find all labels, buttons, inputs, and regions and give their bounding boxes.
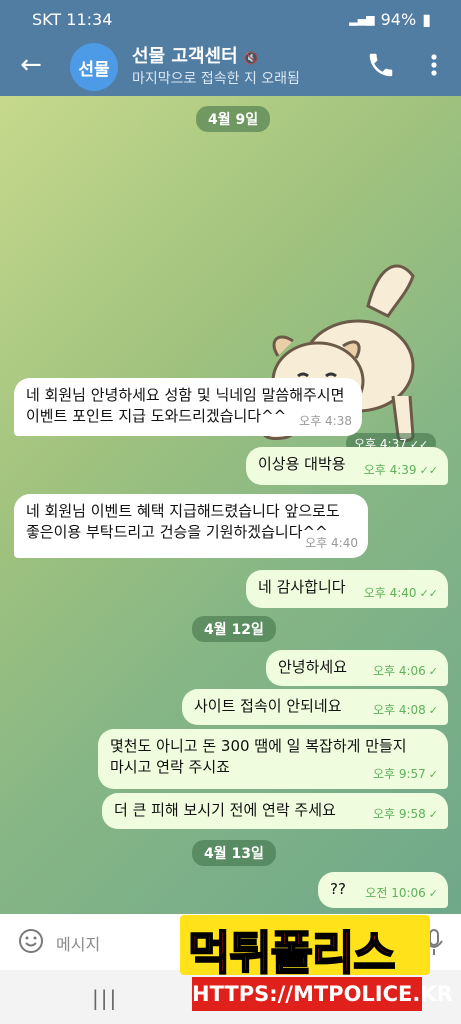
- message-bubble-out[interactable]: 사이트 접속이 안되네요 오후 4:08 ✓: [182, 689, 448, 725]
- date-chip: 4월 12일: [192, 616, 276, 642]
- status-right: ▂▄▆ 94% ▮: [349, 10, 431, 29]
- message-meta: 오전 10:06 ✓: [365, 883, 438, 904]
- message-text: 더 큰 피해 보시기 전에 연락 주세요: [114, 801, 336, 819]
- message-bubble-out[interactable]: 안녕하세요 오후 4:06 ✓: [266, 650, 448, 686]
- message-bubble-out[interactable]: 더 큰 피해 보시기 전에 연락 주세요 오후 9:58 ✓: [102, 793, 448, 829]
- message-meta: 오후 4:08 ✓: [373, 700, 438, 721]
- message-line: 네 회원님 이벤트 혜택 지급해드렸습니다 앞으로도: [26, 502, 340, 520]
- message-bubble-out[interactable]: ?? 오전 10:06 ✓: [318, 872, 448, 908]
- message-meta: 오후 9:58 ✓: [373, 804, 438, 825]
- message-time: 오후 4:08: [372, 703, 426, 717]
- app-bar: ← 선물 선물 고객센터 🔇 마지막으로 접속한 지 오래됨: [0, 38, 461, 96]
- message-text: 안녕하세요: [278, 658, 348, 676]
- read-check-icon: ✓✓: [419, 464, 438, 477]
- message-time: 오후 4:40: [363, 586, 417, 600]
- message-bubble-in[interactable]: 네 회원님 안녕하세요 성함 및 닉네임 말씀해주시면 이벤트 포인트 지급 도…: [14, 378, 362, 436]
- watermark: 먹튀폴리스 HTTPS://MTPOLICE.KR: [180, 915, 453, 1024]
- smiley-icon[interactable]: [18, 928, 44, 954]
- message-bubble-out[interactable]: 네 감사합니다 오후 4:40 ✓✓: [246, 570, 448, 608]
- message-text: 사이트 접속이 안되네요: [194, 697, 342, 715]
- message-line: 몇천도 아니고 돈 300 땜에 일 복잡하게 만들지: [110, 737, 407, 755]
- message-bubble-out[interactable]: 몇천도 아니고 돈 300 땜에 일 복잡하게 만들지 마시고 연락 주시죠 오…: [98, 729, 448, 789]
- avatar[interactable]: 선물: [70, 43, 118, 91]
- read-check-icon: ✓: [428, 808, 438, 821]
- signal-icon: ▂▄▆: [349, 13, 375, 26]
- read-check-icon: ✓: [428, 768, 438, 781]
- chat-title[interactable]: 선물 고객센터 🔇: [132, 42, 259, 68]
- chat-subtitle: 마지막으로 접속한 지 오래됨: [132, 71, 300, 87]
- message-time: 오후 9:57: [372, 767, 426, 781]
- message-text: 네 감사합니다: [258, 578, 346, 596]
- recent-apps-icon[interactable]: |||: [92, 986, 118, 1010]
- muted-icon: 🔇: [243, 51, 259, 65]
- read-check-icon: ✓: [428, 887, 438, 900]
- message-time: 오전 10:06: [365, 886, 426, 900]
- more-vert-icon[interactable]: [424, 50, 444, 80]
- message-meta: 오후 9:57 ✓: [373, 764, 438, 785]
- message-meta: 오후 4:39 ✓✓: [364, 460, 438, 481]
- message-text: 이상용 대박용: [258, 455, 346, 473]
- chat-area[interactable]: 4월 9일 오후 4:37 ✓✓ 네 회원님 안녕하세요 성함 및 닉네임 말씀해…: [0, 96, 461, 914]
- watermark-url: HTTPS://MTPOLICE.KR: [192, 977, 453, 1011]
- message-input[interactable]: 메시지: [56, 931, 100, 955]
- message-bubble-out[interactable]: 이상용 대박용 오후 4:39 ✓✓: [246, 447, 448, 485]
- message-time: 오후 4:06: [372, 664, 426, 678]
- message-line: 네 회원님 안녕하세요 성함 및 닉네임 말씀해주시면: [26, 386, 345, 404]
- message-time: 오후 4:38: [299, 414, 352, 428]
- watermark-title: 먹튀폴리스: [187, 925, 397, 981]
- message-time: 오후 4:40: [305, 536, 358, 550]
- message-time: 오후 4:39: [363, 463, 417, 477]
- date-chip: 4월 13일: [192, 840, 276, 866]
- watermark-banner: 먹튀폴리스: [180, 915, 430, 981]
- chat-title-text: 선물 고객센터: [132, 46, 238, 67]
- message-meta: 오후 4:06 ✓: [373, 661, 438, 682]
- arrow-left-icon[interactable]: ←: [16, 50, 46, 80]
- battery-percent: 94%: [380, 10, 417, 29]
- phone-icon[interactable]: [366, 50, 396, 80]
- message-time: 오후 9:58: [372, 807, 426, 821]
- carrier-time: SKT 11:34: [32, 10, 113, 29]
- status-bar: SKT 11:34 ▂▄▆ 94% ▮: [0, 0, 461, 38]
- message-meta: 오후 4:40 ✓✓: [364, 583, 438, 604]
- battery-icon: ▮: [422, 10, 431, 29]
- date-chip: 4월 9일: [196, 106, 271, 132]
- read-check-icon: ✓: [428, 665, 438, 678]
- message-bubble-in[interactable]: 네 회원님 이벤트 혜택 지급해드렸습니다 앞으로도 좋은이용 부탁드리고 건승…: [14, 494, 368, 558]
- read-check-icon: ✓: [428, 704, 438, 717]
- message-text: ??: [330, 880, 346, 898]
- read-check-icon: ✓✓: [419, 587, 438, 600]
